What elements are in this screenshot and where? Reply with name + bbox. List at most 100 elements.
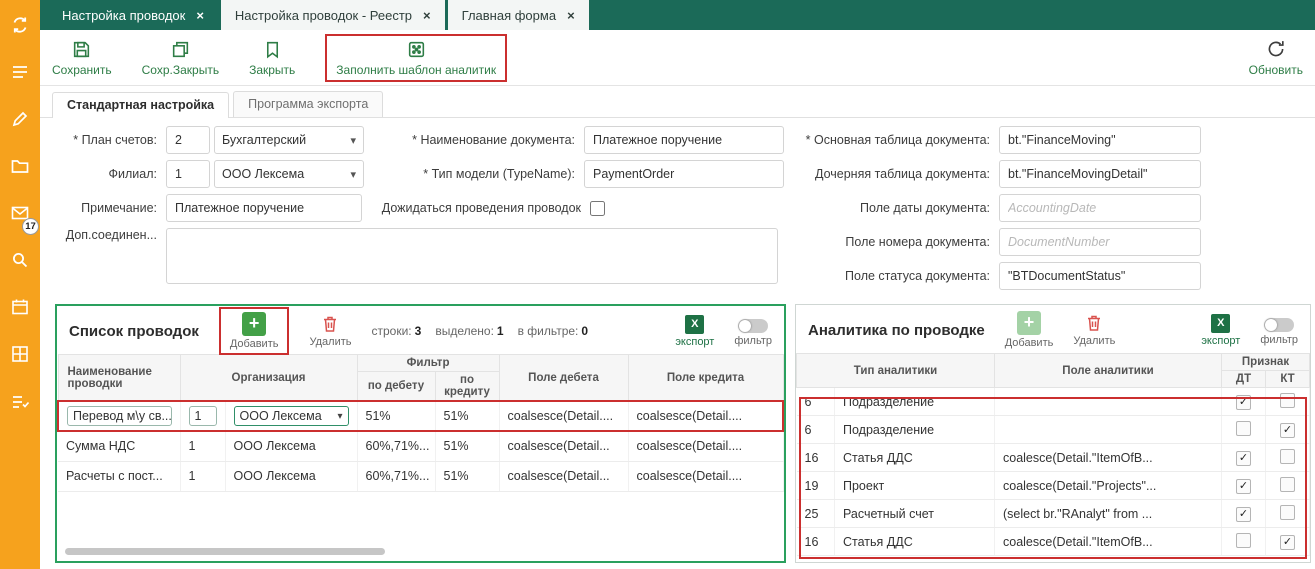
cell-posting-name[interactable]: Расчеты с пост... [58, 461, 180, 491]
cell-type-name[interactable]: Подразделение [835, 388, 995, 416]
cell-org-code[interactable]: 1 [180, 401, 225, 431]
dt-checkbox[interactable]: ✓ [1236, 451, 1251, 466]
add-analytics-button[interactable]: + Добавить [1005, 311, 1054, 349]
cell-analytics-field[interactable] [995, 388, 1222, 416]
cell-filter-debit[interactable]: 51% [357, 401, 435, 431]
kt-checkbox[interactable] [1280, 505, 1295, 520]
cell-credit-field[interactable]: coalsesce(Detail.... [628, 401, 783, 431]
delete-posting-button[interactable]: Удалить [309, 314, 351, 348]
close-icon[interactable]: × [196, 8, 204, 23]
type-name-input[interactable] [584, 160, 784, 188]
save-close-button[interactable]: Сохр.Закрыть [142, 39, 219, 77]
toggle-switch[interactable] [1264, 318, 1294, 332]
table-row[interactable]: 16 Статья ДДС coalesce(Detail."ItemOfB..… [797, 444, 1310, 472]
refresh-button[interactable]: Обновить [1249, 38, 1303, 77]
cell-org-name[interactable]: ООО Лексема [225, 461, 357, 491]
table-row-selected[interactable]: Перевод м\у св... 1 ООО Лексема ▾ 51% 51… [58, 401, 783, 431]
dt-checkbox[interactable] [1236, 421, 1251, 436]
child-table-input[interactable] [999, 160, 1201, 188]
cell-type-code[interactable]: 25 [797, 500, 835, 528]
delete-analytics-button[interactable]: Удалить [1073, 313, 1115, 347]
table-row[interactable]: 6 Подразделение ✓ [797, 416, 1310, 444]
horizontal-scrollbar[interactable] [65, 548, 385, 555]
export-analytics-button[interactable]: X экспорт [1201, 314, 1240, 347]
calendar-icon[interactable] [0, 290, 40, 324]
cell-credit-field[interactable]: coalsesce(Detail.... [628, 461, 783, 491]
org-code-editor[interactable]: 1 [189, 406, 217, 426]
cell-type-code[interactable]: 19 [797, 472, 835, 500]
mail-icon[interactable]: 17 [0, 196, 40, 230]
cell-type-name[interactable]: Статья ДДС [835, 528, 995, 556]
cell-debit-field[interactable]: coalsesce(Detail.... [499, 401, 628, 431]
tab-glavnaya-forma[interactable]: Главная форма × [448, 0, 589, 30]
dt-checkbox[interactable] [1236, 533, 1251, 548]
cell-type-code[interactable]: 16 [797, 444, 835, 472]
kt-checkbox[interactable] [1280, 477, 1295, 492]
list-icon[interactable] [0, 55, 40, 89]
checklist-icon[interactable] [0, 384, 40, 418]
cell-credit-field[interactable]: coalsesce(Detail.... [628, 431, 783, 461]
cell-type-code[interactable]: 6 [797, 416, 835, 444]
subtab-standard[interactable]: Стандартная настройка [52, 92, 229, 118]
wait-posting-checkbox[interactable] [590, 201, 605, 216]
close-button[interactable]: Закрыть [249, 39, 295, 77]
fill-template-button[interactable]: Заполнить шаблон аналитик [336, 39, 496, 77]
cell-filter-credit[interactable]: 51% [435, 431, 499, 461]
cell-analytics-field[interactable]: coalesce(Detail."ItemOfB... [995, 528, 1222, 556]
filter-postings-toggle[interactable]: фильтр [734, 315, 772, 347]
tab-nastroyka-provodok[interactable]: Настройка проводок × [48, 0, 218, 30]
toggle-switch[interactable] [738, 319, 768, 333]
cell-type-name[interactable]: Расчетный счет [835, 500, 995, 528]
table-row[interactable]: 19 Проект coalesce(Detail."Projects"... … [797, 472, 1310, 500]
branch-code-input[interactable] [166, 160, 210, 188]
note-input[interactable] [166, 194, 362, 222]
cell-debit-field[interactable]: coalsesce(Detail... [499, 461, 628, 491]
kt-checkbox[interactable] [1280, 393, 1295, 408]
cell-analytics-field[interactable]: coalesce(Detail."ItemOfB... [995, 444, 1222, 472]
cell-type-name[interactable]: Статья ДДС [835, 444, 995, 472]
table-row[interactable]: 6 Подразделение ✓ [797, 388, 1310, 416]
subtab-export-program[interactable]: Программа экспорта [233, 91, 383, 117]
sync-icon[interactable] [0, 8, 40, 42]
cell-debit-field[interactable]: coalsesce(Detail... [499, 431, 628, 461]
save-button[interactable]: Сохранить [52, 39, 112, 77]
org-select[interactable]: ООО Лексема ▾ [234, 406, 349, 426]
cell-type-code[interactable]: 16 [797, 528, 835, 556]
grid-icon[interactable] [0, 337, 40, 371]
cell-posting-name[interactable]: Сумма НДС [58, 431, 180, 461]
cell-type-code[interactable]: 6 [797, 388, 835, 416]
kt-checkbox[interactable]: ✓ [1280, 535, 1295, 550]
status-field-input[interactable] [999, 262, 1201, 290]
date-field-input[interactable] [999, 194, 1201, 222]
cell-org-code[interactable]: 1 [180, 431, 225, 461]
cell-analytics-field[interactable]: coalesce(Detail."Projects"... [995, 472, 1222, 500]
table-row[interactable]: Сумма НДС 1 ООО Лексема 60%,71%... 51% c… [58, 431, 783, 461]
posting-name-editor[interactable]: Перевод м\у св... [67, 406, 172, 426]
tab-nastroyka-provodok-reestr[interactable]: Настройка проводок - Реестр × [221, 0, 445, 30]
doc-name-input[interactable] [584, 126, 784, 154]
plan-select[interactable]: Бухгалтерский ▾ [214, 126, 364, 154]
main-table-input[interactable] [999, 126, 1201, 154]
cell-filter-debit[interactable]: 60%,71%... [357, 461, 435, 491]
cell-analytics-field[interactable]: (select br."RAnalyt" from ... [995, 500, 1222, 528]
close-icon[interactable]: × [567, 8, 575, 23]
pencil-icon[interactable] [0, 102, 40, 136]
close-icon[interactable]: × [423, 8, 431, 23]
cell-org-code[interactable]: 1 [180, 461, 225, 491]
table-row[interactable]: Расчеты с пост... 1 ООО Лексема 60%,71%.… [58, 461, 783, 491]
extra-join-textarea[interactable] [166, 228, 778, 284]
filter-analytics-toggle[interactable]: фильтр [1260, 314, 1298, 346]
plan-code-input[interactable] [166, 126, 210, 154]
cell-analytics-field[interactable] [995, 416, 1222, 444]
cell-filter-credit[interactable]: 51% [435, 401, 499, 431]
cell-filter-credit[interactable]: 51% [435, 461, 499, 491]
table-row[interactable]: 16 Статья ДДС coalesce(Detail."ItemOfB..… [797, 528, 1310, 556]
cell-type-name[interactable]: Проект [835, 472, 995, 500]
dt-checkbox[interactable]: ✓ [1236, 507, 1251, 522]
cell-posting-name[interactable]: Перевод м\у св... [58, 401, 180, 431]
cell-org-name[interactable]: ООО Лексема [225, 431, 357, 461]
add-posting-button[interactable]: + Добавить [230, 312, 279, 350]
dt-checkbox[interactable]: ✓ [1236, 479, 1251, 494]
kt-checkbox[interactable] [1280, 449, 1295, 464]
number-field-input[interactable] [999, 228, 1201, 256]
